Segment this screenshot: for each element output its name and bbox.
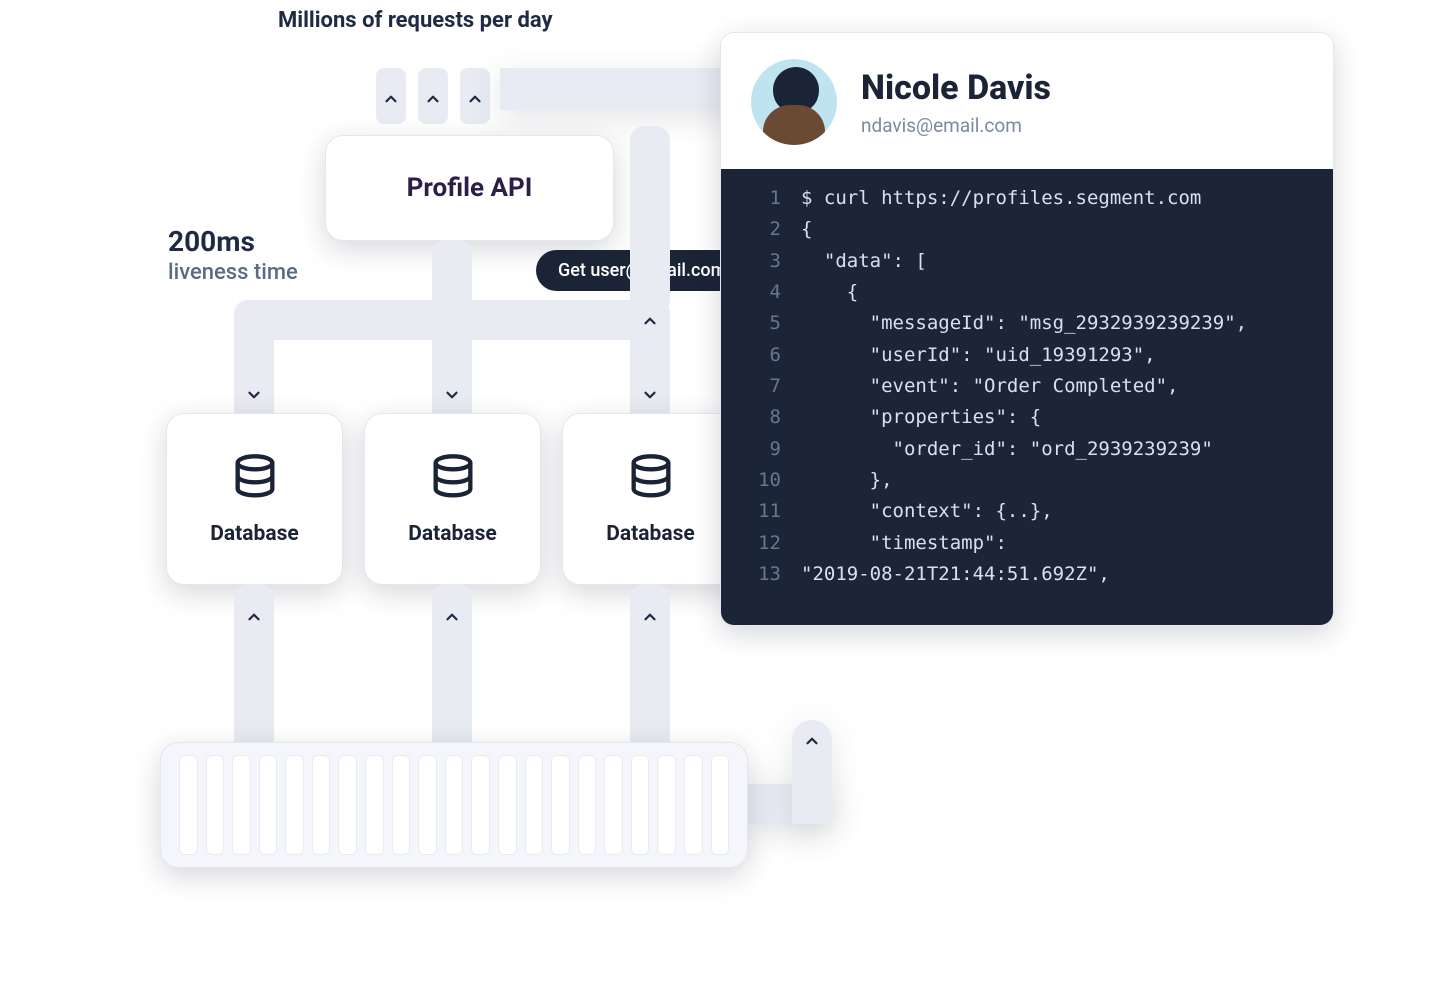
code-line-text: "order_id": "ord_2939239239" — [801, 434, 1333, 465]
database-node: Database — [364, 413, 541, 585]
queue-slot — [631, 755, 650, 855]
code-line-number: 12 — [721, 528, 801, 559]
code-line-text: "context": {..}, — [801, 496, 1333, 527]
chevron-up-icon — [374, 82, 408, 116]
code-line-text: }, — [801, 465, 1333, 496]
annotation-liveness-value: 200ms — [168, 225, 298, 258]
code-line-number: 8 — [721, 402, 801, 433]
code-line-text: "event": "Order Completed", — [801, 371, 1333, 402]
database-node: Database — [166, 413, 343, 585]
database-node: Database — [562, 413, 739, 585]
code-line: 6 "userId": "uid_19391293", — [721, 340, 1333, 371]
code-line-number: 9 — [721, 434, 801, 465]
avatar — [751, 59, 837, 145]
annotation-liveness-label: liveness time — [168, 260, 298, 285]
code-line: 5 "messageId": "msg_2932939239239", — [721, 308, 1333, 339]
queue-buffer — [160, 742, 748, 868]
profile-api-label: Profile API — [407, 173, 533, 203]
queue-slot — [578, 755, 597, 855]
profile-api-node: Profile API — [325, 135, 614, 241]
queue-slot — [684, 755, 703, 855]
database-icon — [625, 452, 677, 504]
code-line-text: { — [801, 214, 1333, 245]
profile-email: ndavis@email.com — [861, 114, 1051, 137]
queue-slot — [418, 755, 437, 855]
chevron-up-icon — [435, 600, 469, 634]
code-line-number: 5 — [721, 308, 801, 339]
chevron-up-icon — [795, 724, 829, 758]
queue-slot — [179, 755, 198, 855]
chevron-down-icon — [435, 378, 469, 412]
annotation-liveness: 200ms liveness time — [168, 225, 298, 285]
chevron-up-icon — [633, 304, 667, 338]
code-line: 2{ — [721, 214, 1333, 245]
queue-slot — [338, 755, 357, 855]
code-line-number: 11 — [721, 496, 801, 527]
code-line-number: 13 — [721, 559, 801, 590]
code-line-text: "userId": "uid_19391293", — [801, 340, 1333, 371]
code-line-text: "2019-08-21T21:44:51.692Z", — [801, 559, 1333, 590]
queue-slot — [206, 755, 225, 855]
chevron-down-icon — [633, 378, 667, 412]
queue-slot — [498, 755, 517, 855]
code-line-number: 2 — [721, 214, 801, 245]
pipe-side-up — [630, 126, 670, 314]
code-line-number: 6 — [721, 340, 801, 371]
queue-slot — [312, 755, 331, 855]
code-line-text: "messageId": "msg_2932939239239", — [801, 308, 1333, 339]
code-block: 1$ curl https://profiles.segment.com2{3 … — [721, 169, 1333, 625]
queue-slot — [711, 755, 730, 855]
queue-slot — [525, 755, 544, 855]
queue-slot — [392, 755, 411, 855]
annotation-requests-per-day: Millions of requests per day — [278, 8, 553, 33]
code-line: 3 "data": [ — [721, 246, 1333, 277]
code-line-number: 7 — [721, 371, 801, 402]
code-line-text: "timestamp": — [801, 528, 1333, 559]
profile-panel: Nicole Davis ndavis@email.com 1$ curl ht… — [720, 32, 1334, 626]
database-icon — [427, 452, 479, 504]
profile-panel-header: Nicole Davis ndavis@email.com — [721, 33, 1333, 169]
code-line: 11 "context": {..}, — [721, 496, 1333, 527]
code-line-text: { — [801, 277, 1333, 308]
code-line-number: 3 — [721, 246, 801, 277]
chevron-down-icon — [237, 378, 271, 412]
queue-slot — [471, 755, 490, 855]
queue-slot — [604, 755, 623, 855]
database-icon — [229, 452, 281, 504]
code-line: 8 "properties": { — [721, 402, 1333, 433]
code-line-text: "properties": { — [801, 402, 1333, 433]
chevron-up-icon — [633, 600, 667, 634]
queue-slot — [365, 755, 384, 855]
queue-slot — [232, 755, 251, 855]
queue-slot — [445, 755, 464, 855]
code-line-number: 10 — [721, 465, 801, 496]
database-label: Database — [606, 522, 694, 546]
code-line: 13"2019-08-21T21:44:51.692Z", — [721, 559, 1333, 590]
code-line-text: "data": [ — [801, 246, 1333, 277]
chevron-up-icon — [416, 82, 450, 116]
code-line-number: 1 — [721, 183, 801, 214]
profile-name: Nicole Davis — [861, 68, 1051, 108]
code-line: 4 { — [721, 277, 1333, 308]
queue-slot — [657, 755, 676, 855]
code-line: 12 "timestamp": — [721, 528, 1333, 559]
database-label: Database — [210, 522, 298, 546]
code-line-text: $ curl https://profiles.segment.com — [801, 183, 1333, 214]
code-line: 1$ curl https://profiles.segment.com — [721, 183, 1333, 214]
queue-slot — [285, 755, 304, 855]
code-line: 10 }, — [721, 465, 1333, 496]
chevron-up-icon — [237, 600, 271, 634]
code-line: 9 "order_id": "ord_2939239239" — [721, 434, 1333, 465]
queue-slot — [259, 755, 278, 855]
chevron-up-icon — [458, 82, 492, 116]
database-label: Database — [408, 522, 496, 546]
code-line: 7 "event": "Order Completed", — [721, 371, 1333, 402]
code-line-number: 4 — [721, 277, 801, 308]
queue-slot — [551, 755, 570, 855]
